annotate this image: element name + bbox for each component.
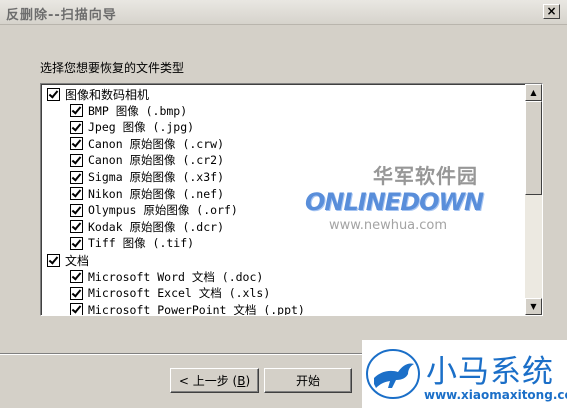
file-type-group[interactable]: 图像和数码相机 — [47, 86, 149, 102]
onlinedown-en: ONLINEDOWN — [305, 188, 484, 216]
xiaoma-url: www.xiaomaxitong.com — [424, 388, 567, 402]
onlinedown-watermark: 华军软件园 ONLINEDOWN www.newhua.com — [305, 160, 484, 240]
title-bar[interactable]: 反删除--扫描向导 × — [0, 0, 567, 25]
horse-logo-icon — [366, 349, 420, 399]
section-label: 选择您想要恢复的文件类型 — [40, 61, 185, 75]
file-type-item[interactable]: Canon 原始图像 (.cr2) — [70, 152, 224, 168]
scroll-thumb[interactable] — [525, 101, 542, 195]
file-type-label: Jpeg 图像 (.jpg) — [88, 120, 195, 135]
file-type-label: Tiff 图像 (.tif) — [88, 236, 195, 251]
xiaoma-cn: 小马系统 — [426, 354, 554, 390]
checkbox[interactable] — [47, 87, 60, 101]
back-button[interactable]: < 上一步 (B) — [170, 368, 259, 393]
checkbox[interactable] — [70, 120, 83, 134]
file-type-item[interactable]: Microsoft Word 文档 (.doc) — [70, 269, 263, 285]
file-type-item[interactable]: Sigma 原始图像 (.x3f) — [70, 169, 224, 185]
checkbox[interactable] — [70, 286, 83, 300]
file-type-label: Kodak 原始图像 (.dcr) — [88, 219, 225, 234]
wizard-window: 反删除--扫描向导 × 选择您想要恢复的文件类型 图像和数码相机 BMP 图像 (… — [0, 0, 567, 408]
checkbox[interactable] — [70, 187, 83, 201]
file-type-label: 图像和数码相机 — [65, 87, 150, 102]
file-type-label: Nikon 原始图像 (.nef) — [88, 186, 225, 201]
checkbox[interactable] — [70, 137, 83, 151]
close-button[interactable]: × — [543, 4, 560, 19]
scroll-up-button[interactable]: ▲ — [525, 84, 542, 101]
checkbox[interactable] — [70, 220, 83, 234]
file-type-item[interactable]: Kodak 原始图像 (.dcr) — [70, 219, 224, 235]
vertical-scrollbar[interactable]: ▲ ▼ — [525, 84, 542, 315]
file-type-label: Microsoft Excel 文档 (.xls) — [88, 286, 271, 301]
checkbox[interactable] — [70, 203, 83, 217]
file-type-item[interactable]: BMP 图像 (.bmp) — [70, 103, 187, 119]
file-type-item[interactable]: Microsoft PowerPoint 文档 (.ppt) — [70, 302, 305, 315]
checkbox[interactable] — [70, 104, 83, 118]
xiaoma-watermark: 小马系统 www.xiaomaxitong.com — [362, 340, 567, 408]
file-type-label: 文档 — [65, 253, 90, 268]
file-type-label: Sigma 原始图像 (.x3f) — [88, 170, 225, 184]
file-type-item[interactable]: Microsoft Excel 文档 (.xls) — [70, 285, 270, 301]
file-type-label: Olympus 原始图像 (.orf) — [88, 203, 238, 218]
file-type-label: Microsoft PowerPoint 文档 (.ppt) — [88, 302, 305, 315]
checkbox[interactable] — [70, 170, 83, 184]
file-type-item[interactable]: Olympus 原始图像 (.orf) — [70, 202, 238, 218]
file-type-label: Canon 原始图像 (.cr2) — [88, 153, 225, 168]
file-type-label: BMP 图像 (.bmp) — [88, 103, 188, 118]
checkbox[interactable] — [47, 253, 60, 267]
file-type-item[interactable]: Jpeg 图像 (.jpg) — [70, 119, 194, 135]
checkbox[interactable] — [70, 236, 83, 250]
file-type-group[interactable]: 文档 — [47, 252, 89, 268]
start-button[interactable]: 开始 — [264, 368, 352, 393]
scroll-down-button[interactable]: ▼ — [525, 298, 542, 315]
onlinedown-url: www.newhua.com — [329, 218, 448, 233]
checkbox[interactable] — [70, 270, 83, 284]
file-type-label: Microsoft Word 文档 (.doc) — [88, 269, 264, 284]
file-type-item[interactable]: Tiff 图像 (.tif) — [70, 235, 194, 251]
file-type-item[interactable]: Nikon 原始图像 (.nef) — [70, 186, 224, 202]
checkbox[interactable] — [70, 153, 83, 167]
onlinedown-cn: 华军软件园 — [373, 164, 478, 188]
file-type-item[interactable]: Canon 原始图像 (.crw) — [70, 136, 224, 152]
file-type-label: Canon 原始图像 (.crw) — [88, 136, 225, 151]
window-title: 反删除--扫描向导 — [6, 8, 117, 23]
checkbox[interactable] — [70, 303, 83, 315]
